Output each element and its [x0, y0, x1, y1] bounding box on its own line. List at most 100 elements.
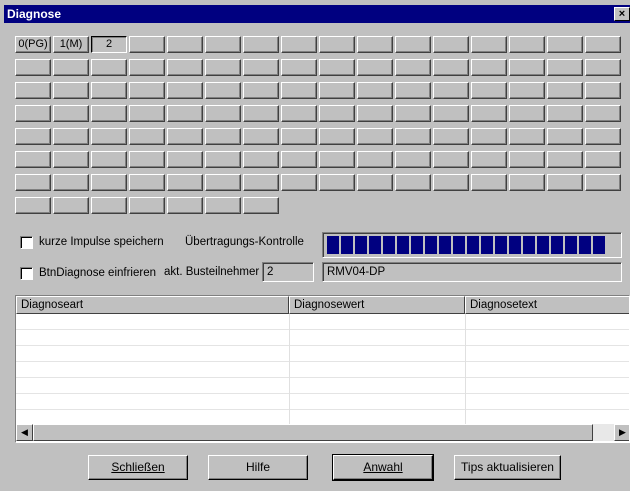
table-row[interactable] [16, 394, 629, 410]
bus-participant-button[interactable] [281, 105, 317, 122]
bus-participant-button[interactable] [129, 82, 165, 99]
bus-participant-button[interactable] [471, 36, 507, 53]
bus-participant-button[interactable] [395, 82, 431, 99]
close-icon[interactable]: × [614, 7, 630, 21]
bus-participant-button[interactable] [433, 59, 469, 76]
bus-participant-button[interactable] [357, 82, 393, 99]
bus-participant-button[interactable] [395, 36, 431, 53]
bus-participant-button[interactable] [547, 82, 583, 99]
bus-participant-button[interactable] [395, 174, 431, 191]
bus-participant-button[interactable] [15, 105, 51, 122]
hilfe-button[interactable]: Hilfe [208, 455, 308, 480]
bus-participant-button[interactable] [53, 105, 89, 122]
bus-participant-button[interactable] [91, 197, 127, 214]
bus-participant-button[interactable] [281, 151, 317, 168]
bus-participant-button[interactable] [471, 174, 507, 191]
title-bar[interactable]: Diagnose × [4, 5, 630, 23]
bus-participant-button[interactable] [53, 82, 89, 99]
bus-participant-button[interactable] [15, 128, 51, 145]
bus-participant-button[interactable] [53, 151, 89, 168]
bus-participant-button[interactable] [243, 82, 279, 99]
bus-participant-button[interactable] [129, 59, 165, 76]
bus-participant-button[interactable] [15, 197, 51, 214]
table-row[interactable] [16, 362, 629, 378]
bus-participant-button[interactable] [471, 82, 507, 99]
bus-participant-button[interactable] [319, 59, 355, 76]
bus-participant-button[interactable] [319, 82, 355, 99]
bus-participant-button[interactable] [205, 105, 241, 122]
bus-participant-button[interactable] [129, 128, 165, 145]
bus-participant-button[interactable] [585, 128, 621, 145]
bus-participant-button[interactable] [395, 128, 431, 145]
bus-participant-button[interactable] [281, 174, 317, 191]
bus-participant-button[interactable] [509, 151, 545, 168]
bus-participant-button[interactable] [91, 82, 127, 99]
bus-participant-button[interactable] [357, 36, 393, 53]
bus-participant-button[interactable] [357, 59, 393, 76]
bus-participant-button[interactable] [205, 151, 241, 168]
column-header-diagnosetext[interactable]: Diagnosetext [465, 296, 629, 314]
bus-participant-button[interactable] [471, 105, 507, 122]
bus-participant-button[interactable] [53, 128, 89, 145]
bus-participant-button[interactable] [167, 128, 203, 145]
bus-participant-button[interactable] [167, 105, 203, 122]
btndiagnose-checkbox-row[interactable]: BtnDiagnose einfrieren [20, 265, 156, 281]
kurze-impulse-checkbox[interactable] [20, 235, 33, 249]
bus-participant-button[interactable]: 2 [91, 36, 127, 53]
bus-participant-button[interactable] [509, 105, 545, 122]
bus-participant-button[interactable] [91, 151, 127, 168]
bus-participant-button[interactable] [167, 174, 203, 191]
bus-participant-button[interactable] [205, 174, 241, 191]
bus-participant-button[interactable] [281, 128, 317, 145]
table-row[interactable] [16, 346, 629, 362]
bus-participant-button[interactable] [471, 151, 507, 168]
bus-participant-button[interactable] [585, 36, 621, 53]
bus-participant-button[interactable] [547, 105, 583, 122]
bus-participant-button[interactable] [129, 174, 165, 191]
bus-participant-button[interactable] [357, 105, 393, 122]
schliessen-button[interactable]: Schließen [88, 455, 188, 480]
bus-participant-button[interactable] [319, 174, 355, 191]
bus-participant-button[interactable] [167, 36, 203, 53]
horizontal-scrollbar[interactable]: ◀ ▶ [16, 424, 629, 441]
bus-participant-button[interactable] [395, 151, 431, 168]
bus-participant-button[interactable] [53, 197, 89, 214]
bus-participant-button[interactable] [433, 82, 469, 99]
bus-participant-button[interactable] [243, 197, 279, 214]
bus-participant-button[interactable] [167, 197, 203, 214]
bus-participant-button[interactable] [547, 151, 583, 168]
scrollbar-thumb[interactable] [33, 424, 593, 441]
bus-participant-button[interactable] [471, 59, 507, 76]
bus-participant-button[interactable] [547, 36, 583, 53]
bus-participant-button[interactable] [585, 82, 621, 99]
bus-participant-button[interactable] [357, 151, 393, 168]
bus-participant-button[interactable] [129, 36, 165, 53]
bus-participant-button[interactable] [167, 151, 203, 168]
bus-participant-button[interactable] [243, 151, 279, 168]
anwahl-button[interactable]: Anwahl [332, 454, 434, 481]
bus-participant-button[interactable] [91, 59, 127, 76]
bus-participant-button[interactable] [91, 128, 127, 145]
bus-participant-button[interactable] [53, 174, 89, 191]
bus-participant-button[interactable] [15, 151, 51, 168]
diagnose-table[interactable]: Diagnoseart Diagnosewert Diagnosetext ◀ … [15, 295, 630, 443]
bus-participant-button[interactable] [547, 128, 583, 145]
bus-participant-button[interactable] [243, 174, 279, 191]
bus-participant-button[interactable] [357, 128, 393, 145]
bus-participant-button[interactable] [433, 151, 469, 168]
bus-participant-button[interactable] [91, 105, 127, 122]
table-row[interactable] [16, 378, 629, 394]
bus-participant-button[interactable] [509, 82, 545, 99]
bus-participant-button[interactable] [357, 174, 393, 191]
bus-participant-button[interactable] [433, 36, 469, 53]
bus-participant-button[interactable] [585, 59, 621, 76]
bus-participant-button[interactable] [585, 151, 621, 168]
bus-participant-button[interactable] [471, 128, 507, 145]
bus-participant-button[interactable] [509, 128, 545, 145]
bus-participant-button[interactable] [281, 36, 317, 53]
bus-participant-button[interactable] [433, 174, 469, 191]
bus-participant-button[interactable] [129, 105, 165, 122]
bus-participant-button[interactable] [243, 36, 279, 53]
bus-participant-button[interactable] [167, 59, 203, 76]
column-header-diagnoseart[interactable]: Diagnoseart [16, 296, 289, 314]
